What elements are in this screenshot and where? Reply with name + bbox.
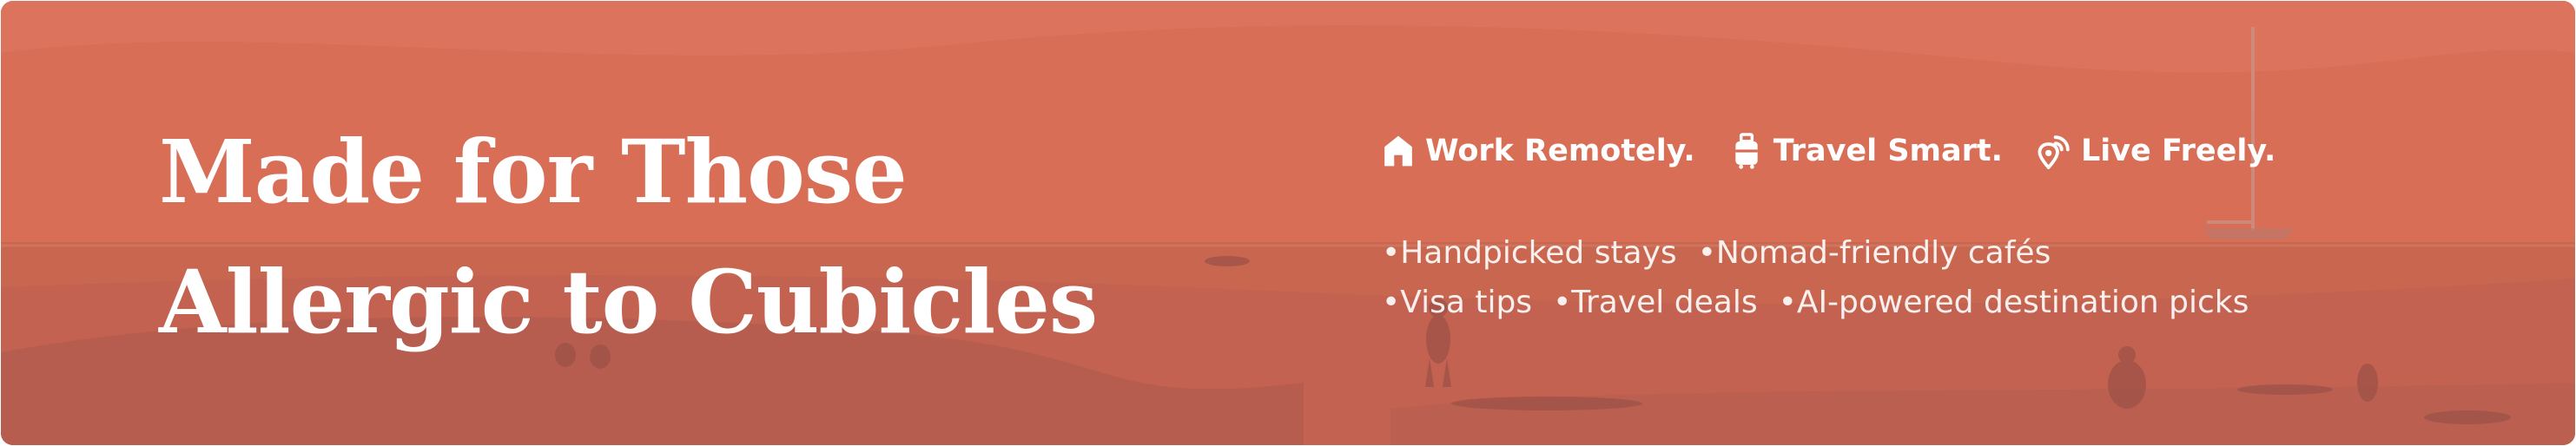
feature-item-travel-deals: •Travel deals <box>1553 285 1758 320</box>
feature-list: •Handpicked stays •Nomad-friendly cafés … <box>1382 228 2269 327</box>
headline-line-1: Made for Those <box>159 121 908 223</box>
feature-item-visa-tips: •Visa tips <box>1382 285 1533 320</box>
feature-row-1: •Handpicked stays •Nomad-friendly cafés <box>1382 228 2269 278</box>
tagline-row: Work Remotely. Travel Smart. Live Freely… <box>1382 129 2310 173</box>
hero-banner: Made for Those Allergic to Cubicles Work… <box>1 1 2575 445</box>
feature-item-handpicked-stays: •Handpicked stays <box>1382 235 1677 271</box>
home-icon <box>1384 135 1412 167</box>
page-headline: Made for Those Allergic to Cubicles <box>159 107 1201 367</box>
tagline-label: Live Freely. <box>2080 134 2276 168</box>
tagline-travel-smart: Travel Smart. <box>1730 133 2003 169</box>
feature-row-2: •Visa tips •Travel deals •AI-powered des… <box>1382 278 2269 327</box>
feature-item-ai-destination-picks: •AI-powered destination picks <box>1778 285 2249 320</box>
tagline-live-freely: Live Freely. <box>2038 133 2275 169</box>
location-pin-signal-icon <box>2038 135 2070 169</box>
tagline-label: Work Remotely. <box>1425 134 1695 168</box>
tagline-work-remotely: Work Remotely. <box>1382 133 1695 169</box>
feature-item-nomad-cafes: •Nomad-friendly cafés <box>1697 235 2051 271</box>
luggage-icon <box>1735 133 1758 169</box>
tagline-label: Travel Smart. <box>1773 134 2003 168</box>
headline-line-2: Allergic to Cubicles <box>159 251 1098 353</box>
